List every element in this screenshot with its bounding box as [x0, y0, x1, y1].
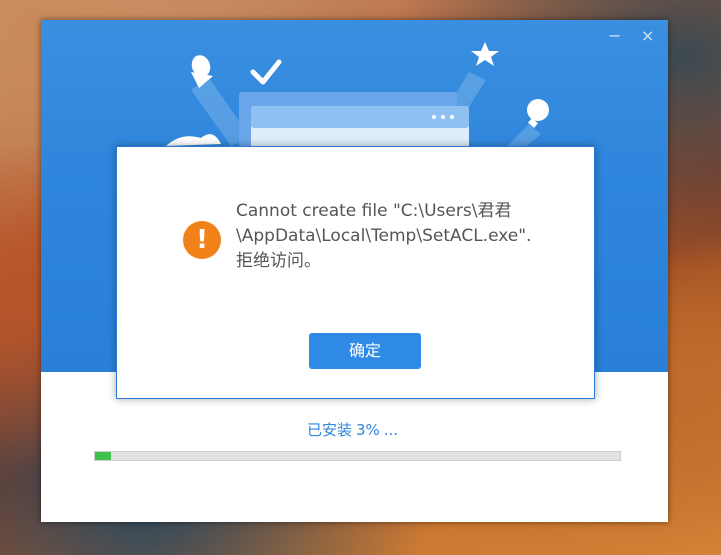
status-percent: 3%: [355, 421, 380, 439]
ok-button[interactable]: 确定: [309, 333, 421, 369]
message-line: Cannot create file "C:\Users\君君: [236, 201, 512, 221]
status-ellipsis: ...: [383, 421, 399, 439]
close-button[interactable]: ×: [641, 26, 654, 46]
progress-fill: [95, 452, 111, 460]
star-icon: [471, 42, 499, 66]
checkmark-icon: [250, 59, 282, 85]
mock-window-dot: [450, 115, 454, 119]
mock-window-dot: [432, 115, 436, 119]
error-message: Cannot create file "C:\Users\君君 \AppData…: [236, 199, 576, 274]
minimize-button[interactable]: −: [608, 26, 621, 46]
message-line: \AppData\Local\Temp\SetACL.exe".: [236, 226, 532, 246]
install-status: 已安装 3%...: [41, 420, 668, 440]
cloud-icon: [166, 134, 221, 146]
lightbulb-icon: [527, 99, 549, 121]
error-dialog: ! Cannot create file "C:\Users\君君 \AppDa…: [116, 146, 595, 399]
progress-bar: [94, 451, 621, 461]
mock-window-titlebar: [251, 106, 469, 128]
warning-glyph: !: [196, 225, 208, 255]
mock-window-dot: [441, 115, 445, 119]
message-line: 拒绝访问。: [236, 251, 321, 271]
status-prefix: 已安装: [306, 421, 352, 439]
warning-icon: !: [183, 221, 221, 259]
